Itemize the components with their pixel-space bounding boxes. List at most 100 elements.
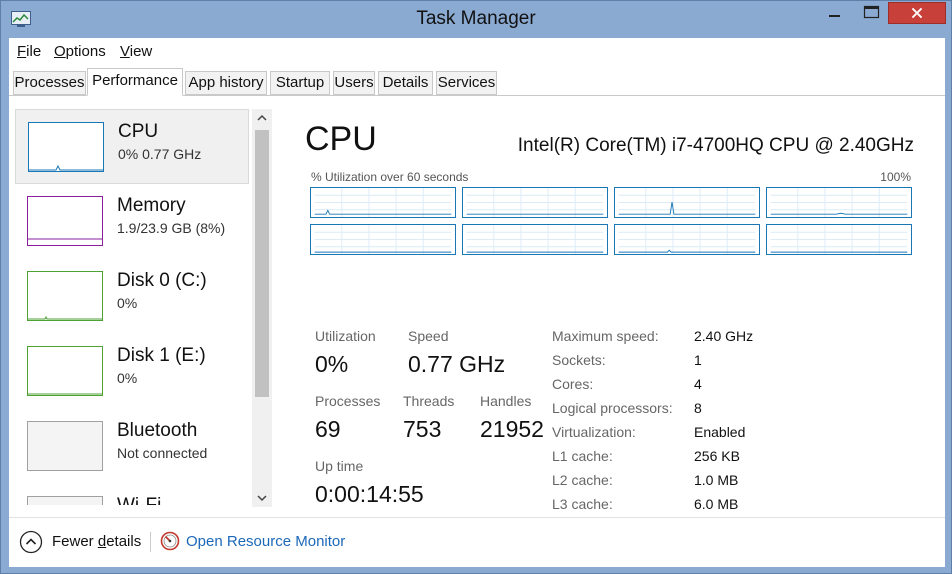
collapse-up-icon[interactable] (19, 530, 43, 554)
thumbnail-frame (27, 346, 103, 396)
sidebar-item-title: CPU (118, 121, 159, 142)
menu-options[interactable]: Options (54, 43, 106, 60)
logical-processor-graph[interactable] (614, 224, 760, 255)
fewer-details-button[interactable]: Fewer details (52, 533, 141, 550)
handles-value: 21952 (480, 416, 544, 442)
minimize-button[interactable] (813, 2, 857, 24)
footer-bar: Fewer details Open Resource Monitor (9, 517, 945, 567)
spec-value-maximum-speed: 2.40 GHz (694, 328, 754, 344)
graph-caption: % Utilization over 60 seconds (311, 170, 469, 184)
sidebar-item-subtitle: 1.9/23.9 GB (8%) (117, 220, 226, 236)
sidebar-thumbnail-graph (28, 122, 104, 172)
title-bar[interactable]: Task Manager (1, 1, 951, 37)
speed-label: Speed (408, 328, 449, 344)
logical-processor-graph[interactable] (462, 224, 608, 255)
tab-users[interactable]: Users (333, 71, 375, 95)
sidebar-item-bluetooth[interactable]: Bluetooth Not connected (15, 409, 249, 484)
menu-bar: File Options View (9, 38, 945, 64)
tab-services[interactable]: Services (436, 71, 497, 95)
tab-details[interactable]: Details (378, 71, 433, 95)
thumbnail-frame (27, 421, 103, 471)
close-button[interactable] (888, 2, 946, 24)
spec-value-cores: 4 (694, 376, 702, 392)
sidebar-thumbnail-graph (27, 496, 103, 505)
sidebar-item-disk-1-e[interactable]: Disk 1 (E:) 0% (15, 334, 249, 409)
task-manager-window: Task Manager File Options View Processes Pe… (0, 0, 952, 574)
sidebar-item-wi-fi[interactable]: Wi-Fi (15, 484, 249, 505)
logical-processor-graph[interactable] (310, 187, 456, 218)
tab-strip: Processes Performance App history Startup Us… (9, 66, 945, 96)
sidebar-item-title: Memory (117, 195, 186, 216)
maximize-button[interactable] (858, 2, 886, 24)
scroll-up-arrow-icon[interactable] (252, 109, 272, 127)
cpu-model-name: Intel(R) Core(TM) i7-4700HQ CPU @ 2.40GH… (517, 135, 914, 156)
tab-app-history[interactable]: App history (185, 71, 267, 95)
thumbnail-frame (28, 122, 104, 172)
spec-label-l3-cache: L3 cache: (552, 496, 613, 512)
thumbnail-frame (27, 496, 103, 505)
utilization-label: Utilization (315, 328, 376, 344)
sidebar-scrollbar[interactable] (252, 109, 272, 507)
spec-label-sockets: Sockets: (552, 352, 606, 368)
sidebar-item-title: Disk 1 (E:) (117, 345, 206, 366)
uptime-value: 0:00:14:55 (315, 481, 424, 507)
spec-value-virtualization: Enabled (694, 424, 746, 440)
sidebar-thumbnail-graph (27, 196, 103, 246)
spec-value-l3-cache: 6.0 MB (694, 496, 739, 512)
graph-max-label: 100% (880, 170, 911, 184)
spec-value-logical-processors: 8 (694, 400, 702, 416)
sidebar-item-cpu[interactable]: CPU 0% 0.77 GHz (15, 109, 249, 184)
utilization-line (618, 201, 756, 215)
spec-label-maximum-speed: Maximum speed: (552, 328, 659, 344)
spec-label-cores: Cores: (552, 376, 594, 392)
thumbnail-frame (27, 196, 103, 246)
sidebar-item-disk-0-c[interactable]: Disk 0 (C:) 0% (15, 259, 249, 334)
sidebar-thumbnail-graph (27, 271, 103, 321)
window-title: Task Manager (416, 8, 536, 29)
sidebar-item-title: Wi-Fi (117, 495, 161, 505)
logical-processor-graph[interactable] (614, 187, 760, 218)
logical-processor-graph[interactable] (766, 224, 912, 255)
utilization-line (770, 212, 908, 215)
resource-list: CPU 0% 0.77 GHz Memory 1.9/23.9 GB (8%) Disk… (13, 109, 249, 505)
spec-label-l1-cache: L1 cache: (552, 448, 613, 464)
threads-label: Threads (403, 393, 455, 409)
sidebar-item-subtitle: Not connected (117, 445, 208, 461)
tab-processes[interactable]: Processes (13, 71, 86, 95)
tab-startup[interactable]: Startup (270, 71, 330, 95)
tab-performance[interactable]: Performance (87, 68, 183, 96)
spec-value-sockets: 1 (694, 352, 702, 368)
client-area: File Options View Processes Performance App … (9, 38, 945, 567)
spec-label-logical-processors: Logical processors: (552, 400, 673, 416)
open-resource-monitor-link[interactable]: Open Resource Monitor (186, 533, 345, 550)
logical-processor-graphs[interactable] (310, 187, 912, 255)
scroll-down-arrow-icon[interactable] (252, 489, 272, 507)
threads-value: 753 (403, 416, 442, 442)
spec-label-virtualization: Virtualization: (552, 424, 636, 440)
logical-processor-graph[interactable] (462, 187, 608, 218)
scroll-thumb[interactable] (255, 130, 269, 397)
sidebar-item-title: Bluetooth (117, 420, 198, 441)
cpu-detail-panel: CPU Intel(R) Core(TM) i7-4700HQ CPU @ 2.… (274, 109, 945, 512)
menu-file[interactable]: File (17, 43, 41, 60)
resource-monitor-icon[interactable] (160, 531, 180, 551)
utilization-line (618, 249, 756, 253)
processes-label: Processes (315, 393, 381, 409)
processes-value: 69 (315, 416, 341, 442)
cpu-heading: CPU (305, 120, 377, 158)
sidebar-thumbnail-graph (27, 346, 103, 396)
utilization-value: 0% (315, 351, 349, 377)
uptime-label: Up time (315, 458, 364, 474)
menu-view[interactable]: View (120, 43, 152, 60)
speed-value: 0.77 GHz (408, 351, 506, 377)
sidebar-item-memory[interactable]: Memory 1.9/23.9 GB (8%) (15, 184, 249, 259)
logical-processor-graph[interactable] (310, 224, 456, 255)
sidebar-item-title: Disk 0 (C:) (117, 270, 207, 291)
sidebar-item-subtitle: 0% 0.77 GHz (118, 146, 202, 162)
handles-label: Handles (480, 393, 532, 409)
spec-value-l2-cache: 1.0 MB (694, 472, 739, 488)
thumbnail-frame (27, 271, 103, 321)
utilization-line (314, 209, 452, 215)
sidebar-item-subtitle: 0% (117, 295, 138, 311)
logical-processor-graph[interactable] (766, 187, 912, 218)
